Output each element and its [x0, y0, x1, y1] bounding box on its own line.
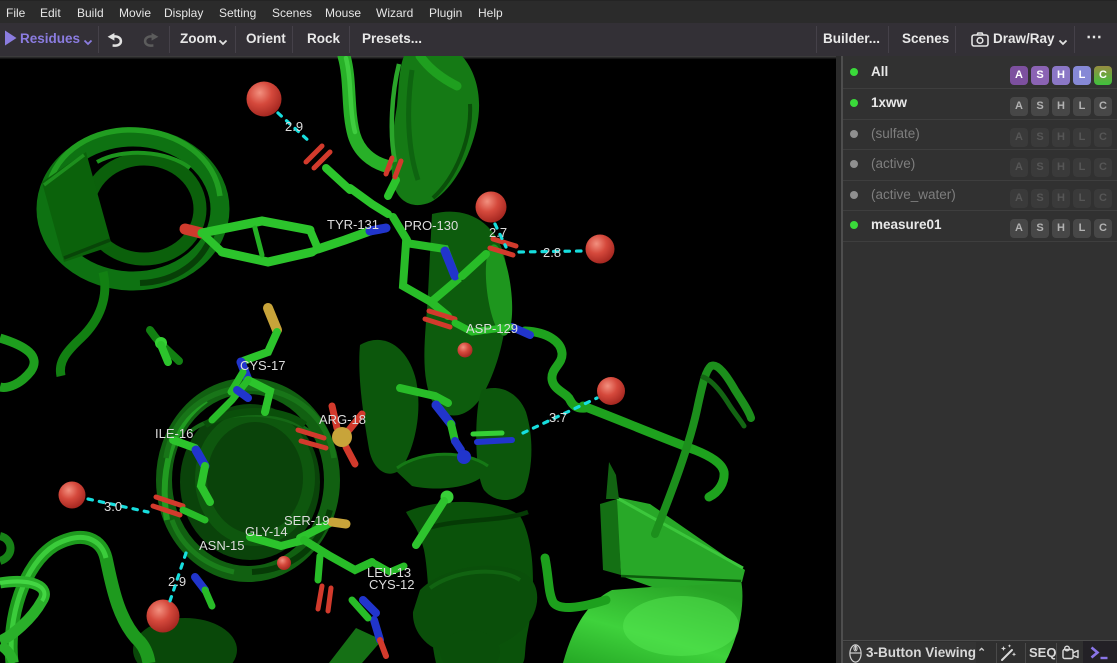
svg-text:TYR-131: TYR-131: [327, 217, 379, 232]
svg-text:GLY-14: GLY-14: [245, 524, 288, 539]
svg-text:2.8: 2.8: [543, 245, 561, 260]
svg-text:ARG-18: ARG-18: [319, 412, 366, 427]
svg-text:3.7: 3.7: [549, 410, 567, 425]
svg-text:2.9: 2.9: [285, 119, 303, 134]
svg-text:ASP-129: ASP-129: [466, 321, 518, 336]
svg-text:2.7: 2.7: [489, 225, 507, 240]
svg-text:CYS-12: CYS-12: [369, 577, 415, 592]
svg-text:3.0: 3.0: [104, 499, 122, 514]
svg-text:SER-19: SER-19: [284, 513, 330, 528]
svg-text:ASN-15: ASN-15: [199, 538, 245, 553]
svg-text:2.9: 2.9: [168, 574, 186, 589]
svg-text:PRO-130: PRO-130: [404, 218, 458, 233]
svg-text:CYS-17: CYS-17: [240, 358, 286, 373]
svg-text:ILE-16: ILE-16: [155, 426, 193, 441]
